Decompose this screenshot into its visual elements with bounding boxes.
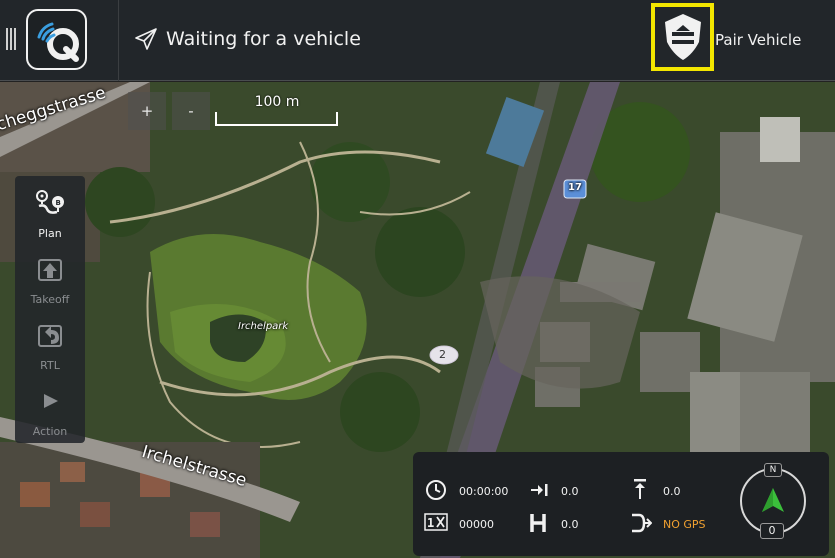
heading-h-icon <box>530 514 546 532</box>
menu-handle-icon[interactable] <box>6 28 18 50</box>
tool-action[interactable]: Action <box>15 378 85 444</box>
tool-takeoff[interactable]: Takeoff <box>15 246 85 312</box>
heading-alt-value: 0.0 <box>561 518 579 531</box>
park-label: Irchelpark <box>238 321 289 332</box>
zoom-out-button[interactable]: - <box>172 92 210 130</box>
tool-strip: B Plan Takeoff RTL Action <box>15 176 85 443</box>
gps-status-value: NO GPS <box>663 518 706 531</box>
tool-takeoff-label: Takeoff <box>30 293 70 306</box>
takeoff-icon <box>38 259 62 281</box>
map-scale: 100 m <box>215 94 339 130</box>
distance-home-value: 0.0 <box>561 485 579 498</box>
action-icon <box>44 394 58 408</box>
compass-north-label: N <box>764 463 782 477</box>
app-root: 17 2 Irchelpark cheggstrasse Irchelstras… <box>0 0 835 558</box>
route-badge-2-label: 2 <box>439 348 446 361</box>
svg-text:1: 1 <box>427 516 434 530</box>
toolbar-divider <box>118 0 119 81</box>
top-toolbar: Waiting for a vehicle Pair Vehicle <box>0 0 835 81</box>
counter-icon: 1 <box>424 513 448 531</box>
rtl-icon <box>38 325 62 347</box>
tool-rtl-label: RTL <box>40 359 60 372</box>
gps-icon <box>632 513 652 533</box>
zoom-in-button[interactable]: + <box>128 92 166 130</box>
compass-heading-value: 0 <box>760 523 784 539</box>
paper-plane-icon <box>135 28 157 50</box>
pair-vehicle-button[interactable] <box>651 3 714 71</box>
counter-value: 00000 <box>459 518 494 531</box>
tool-action-label: Action <box>32 425 68 438</box>
status-text: Waiting for a vehicle <box>166 28 361 50</box>
scale-bar <box>215 112 338 126</box>
scale-label: 100 m <box>254 94 300 110</box>
tool-rtl[interactable]: RTL <box>15 312 85 378</box>
shield-pair-icon <box>664 14 701 60</box>
plan-icon: B <box>36 190 64 214</box>
distance-icon <box>531 484 548 496</box>
flight-time-value: 00:00:00 <box>459 485 509 498</box>
pair-vehicle-label[interactable]: Pair Vehicle <box>715 31 801 49</box>
altitude-icon <box>634 479 646 499</box>
altitude-value: 0.0 <box>663 485 681 498</box>
clock-icon <box>426 480 446 500</box>
tool-plan-label: Plan <box>38 227 62 240</box>
route-badge-17-label: 17 <box>568 182 582 193</box>
qgc-logo-icon <box>37 22 79 62</box>
app-logo-button[interactable] <box>26 9 87 70</box>
vehicle-status: Waiting for a vehicle <box>134 27 361 51</box>
svg-text:B: B <box>56 199 61 207</box>
tool-plan[interactable]: B Plan <box>15 180 85 246</box>
